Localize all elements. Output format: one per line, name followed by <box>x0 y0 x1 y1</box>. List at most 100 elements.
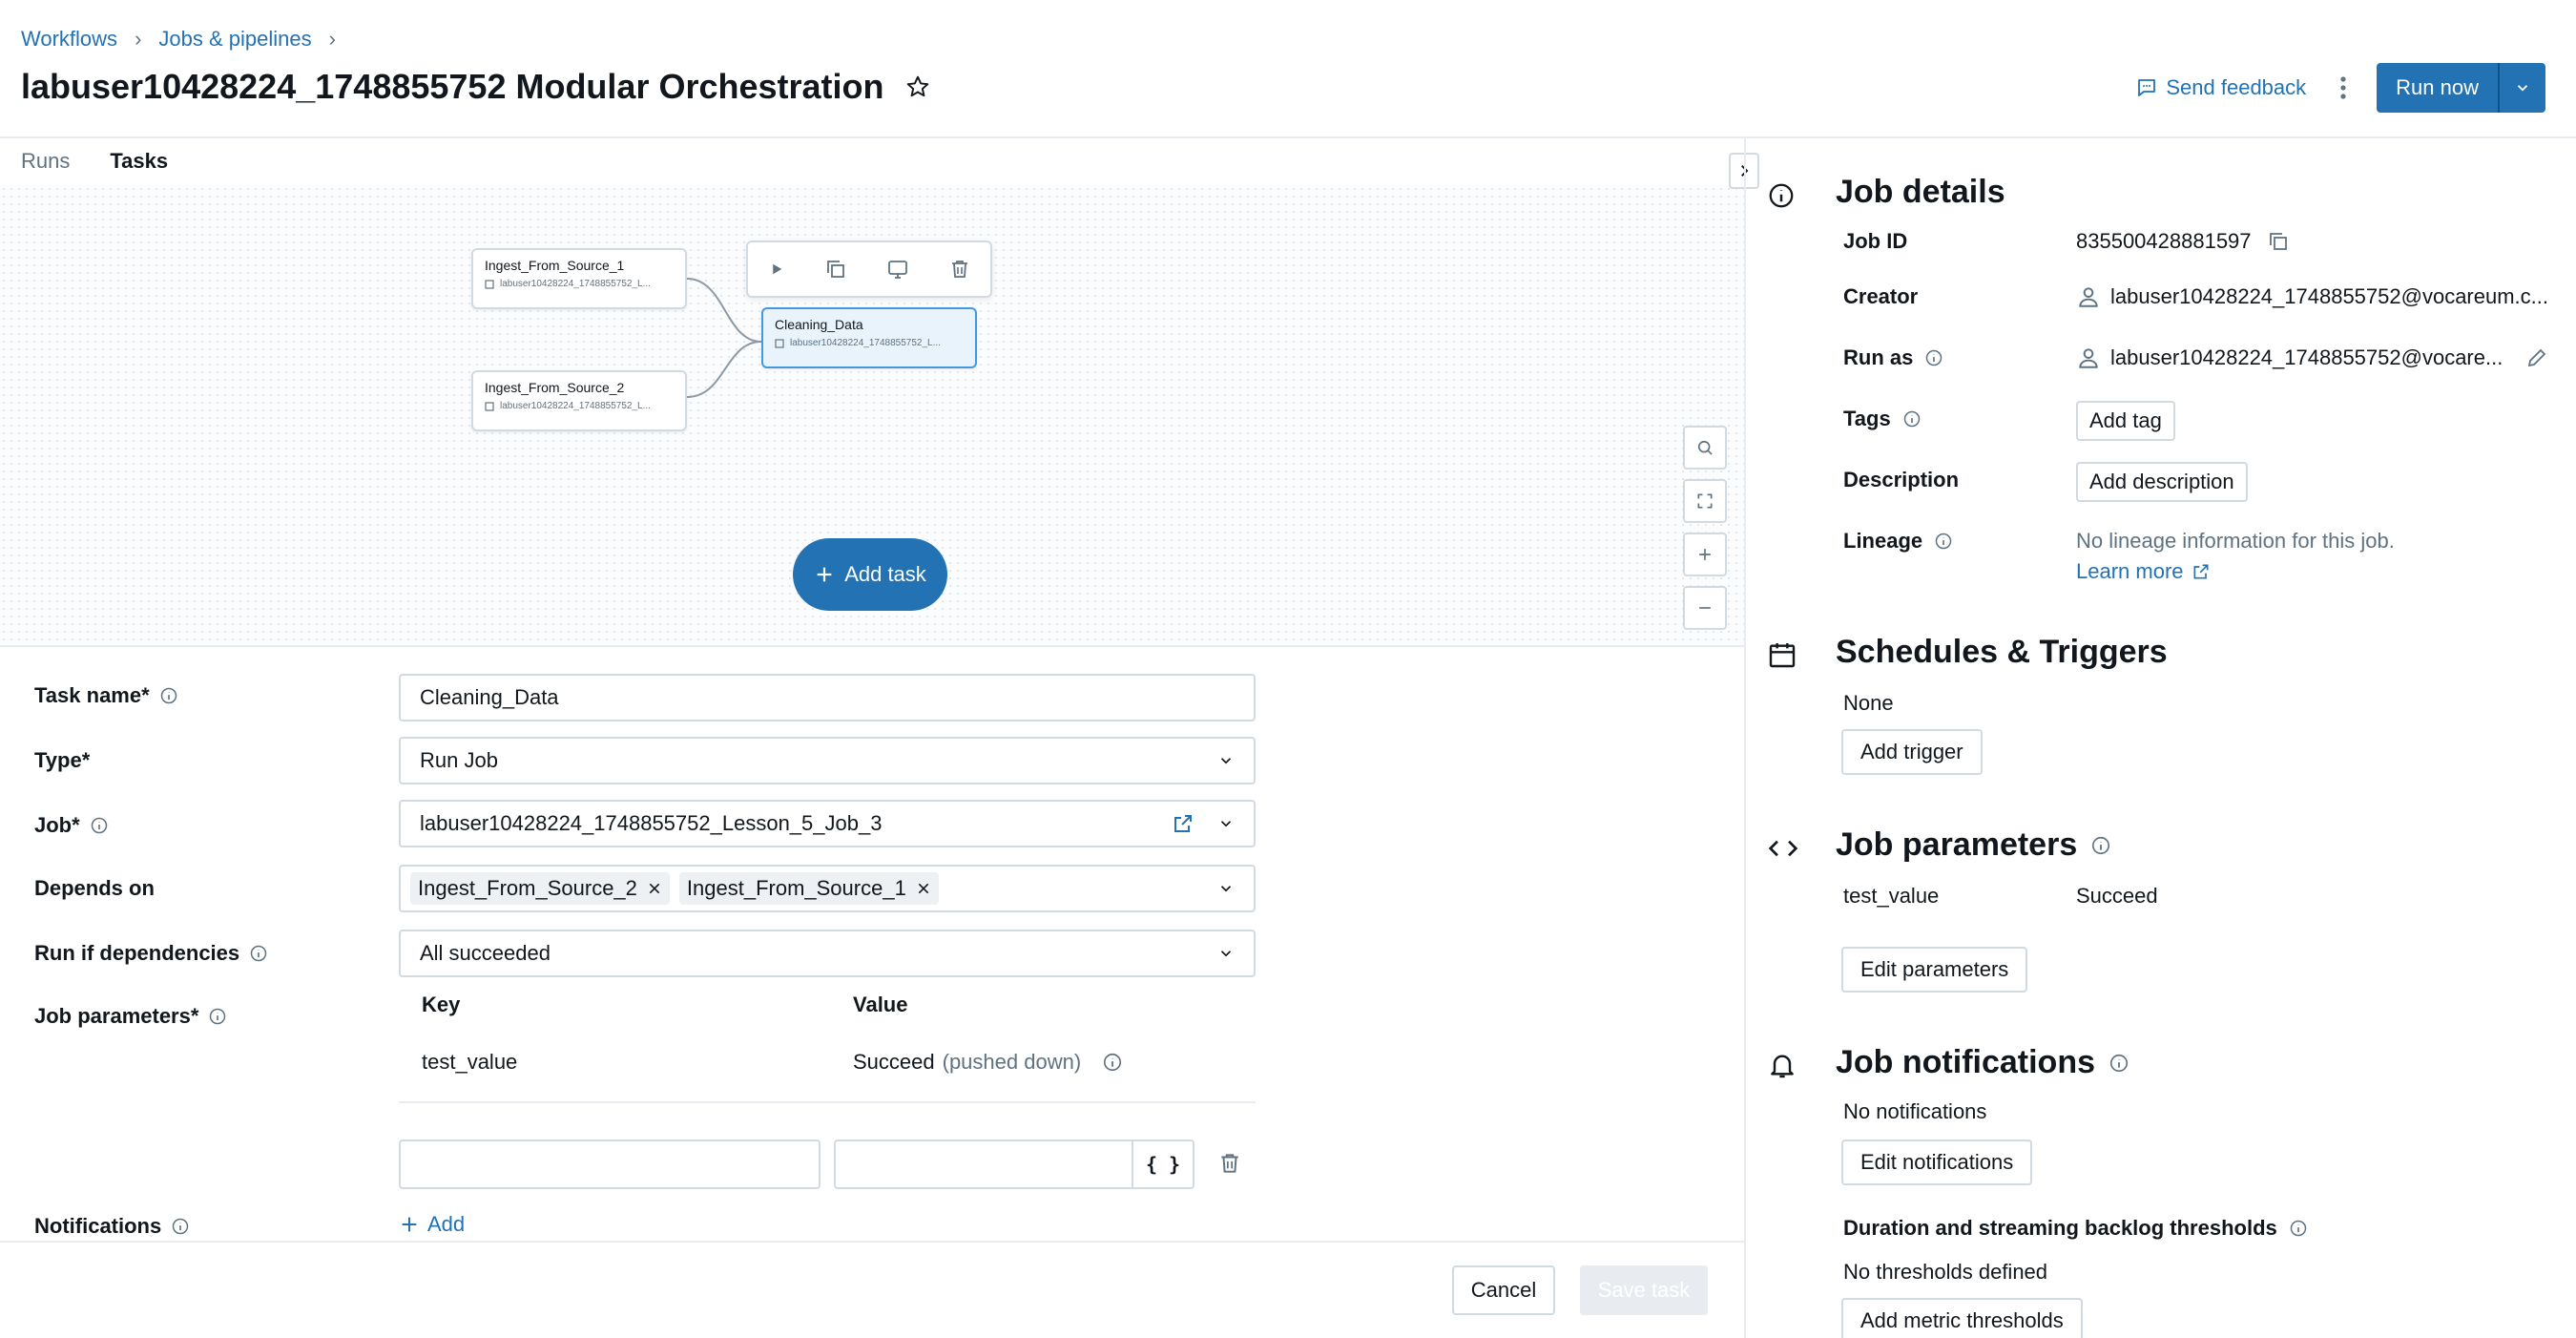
type-select[interactable]: Run Job <box>399 737 1256 784</box>
task-graph-canvas[interactable]: Ingest_From_Source_1 labuser10428224_174… <box>0 185 1744 647</box>
learn-more-label: Learn more <box>2076 559 2184 583</box>
cancel-button[interactable]: Cancel <box>1452 1265 1555 1315</box>
param-value-input[interactable] <box>834 1139 1133 1189</box>
tab-runs[interactable]: Runs <box>21 149 70 189</box>
close-icon[interactable] <box>906 881 931 896</box>
run-now-button[interactable]: Run now <box>2377 63 2498 113</box>
star-icon[interactable] <box>905 74 930 99</box>
task-node-title: Ingest_From_Source_2 <box>485 380 625 395</box>
breadcrumb: Workflows › Jobs & pipelines › <box>21 27 353 52</box>
creator-label-text: Creator <box>1843 284 1919 308</box>
task-name-label: Task name* <box>34 683 178 708</box>
info-icon <box>1767 181 1796 210</box>
task-name-input[interactable]: Cleaning_Data <box>399 674 1256 721</box>
breadcrumb-separator: › <box>328 27 336 51</box>
task-node-cleaning-data[interactable]: Cleaning_Data labuser10428224_1748855752… <box>761 307 977 368</box>
close-icon[interactable] <box>637 881 662 896</box>
job-select[interactable]: labuser10428224_1748855752_Lesson_5_Job_… <box>399 800 1256 847</box>
form-footer-divider <box>0 1241 1744 1243</box>
info-icon[interactable] <box>1102 1052 1123 1073</box>
add-metric-thresholds-button[interactable]: Add metric thresholds <box>1841 1298 2083 1338</box>
job-notifications-heading-text: Job notifications <box>1836 1044 2095 1080</box>
task-node-title: Ingest_From_Source_1 <box>485 258 625 273</box>
param-value: Succeed <box>853 1050 935 1074</box>
run-as-label: Run as <box>1843 345 1943 370</box>
copy-icon[interactable] <box>2267 230 2290 253</box>
thresholds-label-text: Duration and streaming backlog threshold… <box>1843 1216 2277 1240</box>
add-description-button[interactable]: Add description <box>2076 462 2248 502</box>
code-brackets-icon <box>1767 834 1799 863</box>
dependency-chip-label: Ingest_From_Source_1 <box>686 876 906 900</box>
dynamic-value-button[interactable]: { } <box>1132 1139 1195 1189</box>
add-tag-button[interactable]: Add tag <box>2076 401 2175 441</box>
task-node-ingest-1[interactable]: Ingest_From_Source_1 labuser10428224_174… <box>471 248 687 309</box>
search-nodes-button[interactable] <box>1683 426 1727 470</box>
lineage-label: Lineage <box>1843 529 1953 554</box>
depends-on-select[interactable]: Ingest_From_Source_2 Ingest_From_Source_… <box>399 865 1256 912</box>
task-name-value: Cleaning_Data <box>420 685 559 709</box>
header-actions: Send feedback Run now <box>2135 63 2545 113</box>
tab-tasks[interactable]: Tasks <box>110 149 169 189</box>
tags-label: Tags <box>1843 407 1922 431</box>
learn-more-link[interactable]: Learn more <box>2076 559 2211 584</box>
play-icon[interactable] <box>768 261 785 278</box>
chevron-down-icon <box>1217 815 1235 832</box>
save-task-button[interactable]: Save task <box>1580 1265 1708 1315</box>
search-icon <box>1695 438 1714 457</box>
zoom-in-button[interactable] <box>1683 533 1727 576</box>
job-id-row: 835500428881597 <box>2076 229 2290 254</box>
job-details-heading: Job details <box>1836 174 2005 211</box>
calendar-icon <box>1767 639 1797 670</box>
notifications-label-text: Notifications <box>34 1214 162 1238</box>
pencil-icon[interactable] <box>2525 346 2548 369</box>
kebab-menu-icon[interactable] <box>2338 74 2348 101</box>
param-key-input[interactable] <box>399 1139 821 1189</box>
expand-icon <box>1695 491 1714 511</box>
task-node-job: labuser10428224_1748855752_L... <box>500 279 651 289</box>
chevron-down-icon <box>2514 79 2531 96</box>
breadcrumb-workflows[interactable]: Workflows <box>21 27 117 52</box>
info-icon <box>210 1008 226 1025</box>
type-label-text: Type* <box>34 748 91 772</box>
info-icon <box>91 817 107 834</box>
thresholds-value: No thresholds defined <box>1843 1260 2048 1284</box>
external-link-icon[interactable] <box>1172 812 1195 835</box>
param-key: test_value <box>422 1050 518 1074</box>
thresholds-label: Duration and streaming backlog threshold… <box>1843 1216 2308 1241</box>
clone-icon[interactable] <box>824 258 847 281</box>
task-node-ingest-2[interactable]: Ingest_From_Source_2 labuser10428224_174… <box>471 370 687 431</box>
send-feedback-link[interactable]: Send feedback <box>2135 75 2306 100</box>
task-node-job: labuser10428224_1748855752_L... <box>500 401 651 411</box>
task-node-subtitle: labuser10428224_1748855752_L... <box>485 401 674 411</box>
trash-icon[interactable] <box>1217 1151 1242 1176</box>
job-parameter-value: Succeed <box>2076 884 2158 908</box>
edit-parameters-button[interactable]: Edit parameters <box>1841 947 2028 993</box>
add-task-button[interactable]: Add task <box>793 538 947 611</box>
add-trigger-button[interactable]: Add trigger <box>1841 729 1983 775</box>
add-notification-link[interactable]: Add <box>399 1212 465 1237</box>
chevron-down-icon <box>1217 945 1235 962</box>
description-label-text: Description <box>1843 468 1960 491</box>
task-node-title: Cleaning_Data <box>775 317 863 332</box>
job-id-value: 835500428881597 <box>2076 229 2252 253</box>
task-name-label-text: Task name* <box>34 683 150 707</box>
params-value-header: Value <box>853 993 908 1016</box>
job-value: labuser10428224_1748855752_Lesson_5_Job_… <box>420 811 883 835</box>
param-value-note: (pushed down) <box>942 1050 1082 1074</box>
run-now-dropdown[interactable] <box>2498 63 2545 113</box>
creator-label: Creator <box>1843 284 1918 309</box>
tags-label-text: Tags <box>1843 407 1891 430</box>
task-node-job: labuser10428224_1748855752_L... <box>790 338 941 348</box>
info-icon <box>2290 1220 2306 1237</box>
edit-notifications-button[interactable]: Edit notifications <box>1841 1139 2033 1185</box>
plus-icon <box>399 1214 427 1235</box>
dependency-chip: Ingest_From_Source_2 <box>410 872 670 905</box>
repair-icon[interactable] <box>886 258 909 281</box>
zoom-out-button[interactable] <box>1683 586 1727 630</box>
trash-icon[interactable] <box>948 258 971 281</box>
creator-row: labuser10428224_1748855752@vocareum.c... <box>2076 284 2548 309</box>
run-if-select[interactable]: All succeeded <box>399 930 1256 977</box>
fit-view-button[interactable] <box>1683 479 1727 523</box>
breadcrumb-jobs-pipelines[interactable]: Jobs & pipelines <box>158 27 311 52</box>
run-as-row: labuser10428224_1748855752@vocare... <box>2076 345 2548 370</box>
